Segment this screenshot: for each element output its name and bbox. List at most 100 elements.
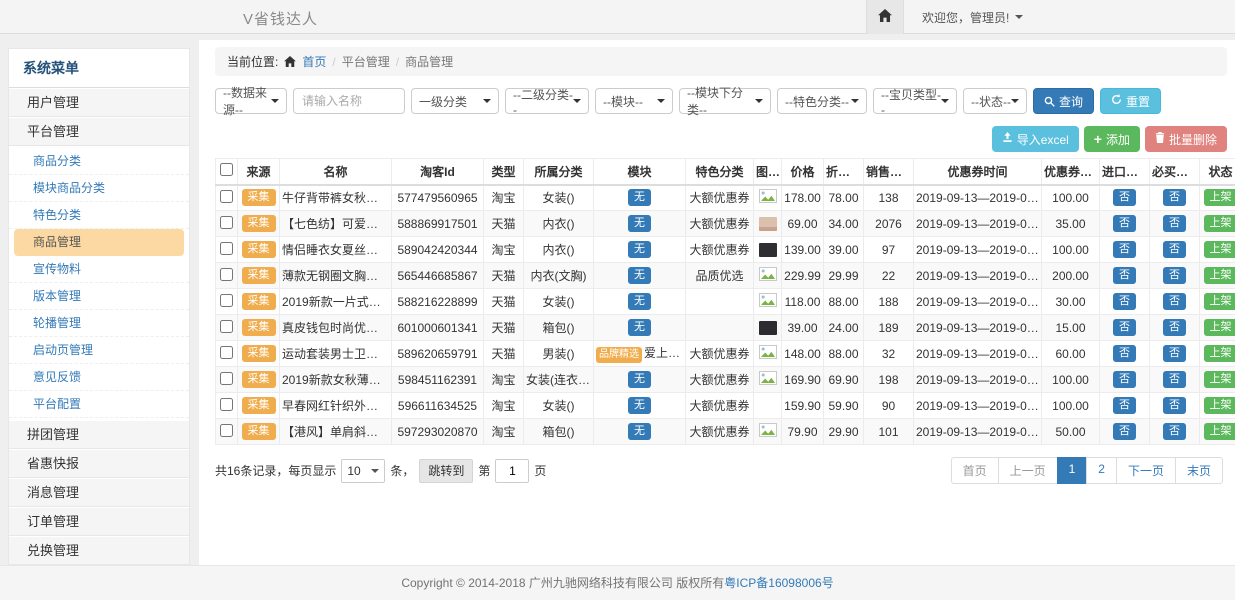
pager-page-1[interactable]: 1 bbox=[1057, 457, 1088, 484]
module-badge[interactable]: 无 bbox=[628, 215, 651, 232]
row-checkbox[interactable] bbox=[220, 320, 233, 333]
name-search-input[interactable] bbox=[293, 88, 405, 114]
reset-button[interactable]: 重置 bbox=[1100, 88, 1161, 114]
module-badge[interactable]: 无 bbox=[628, 319, 651, 336]
sidebar-item-feedback[interactable]: 意见反馈 bbox=[9, 364, 189, 391]
must-buy-toggle[interactable]: 否 bbox=[1163, 423, 1186, 440]
row-checkbox[interactable] bbox=[220, 398, 233, 411]
row-checkbox[interactable] bbox=[220, 242, 233, 255]
module-badge[interactable]: 无 bbox=[628, 293, 651, 310]
row-checkbox[interactable] bbox=[220, 190, 233, 203]
row-checkbox[interactable] bbox=[220, 346, 233, 359]
status-toggle[interactable]: 上架 bbox=[1204, 319, 1235, 336]
status-toggle[interactable]: 上架 bbox=[1204, 215, 1235, 232]
sidebar-item-platform-config[interactable]: 平台配置 bbox=[9, 391, 189, 418]
status-cell: 上架 bbox=[1200, 315, 1235, 341]
sidebar-item-module-product-category[interactable]: 模块商品分类 bbox=[9, 175, 189, 202]
must-buy-toggle[interactable]: 否 bbox=[1163, 215, 1186, 232]
pager-next[interactable]: 下一页 bbox=[1116, 457, 1176, 484]
import-toggle[interactable]: 否 bbox=[1113, 345, 1136, 362]
filter-module-sub-select[interactable]: --模块下分类-- bbox=[679, 88, 771, 114]
add-button[interactable]: + 添加 bbox=[1084, 126, 1140, 152]
module-badge[interactable]: 无 bbox=[628, 189, 651, 206]
must-buy-toggle[interactable]: 否 bbox=[1163, 241, 1186, 258]
row-checkbox[interactable] bbox=[220, 294, 233, 307]
sidebar-item-user-mgmt[interactable]: 用户管理 bbox=[9, 88, 189, 117]
import-toggle[interactable]: 否 bbox=[1113, 293, 1136, 310]
status-toggle[interactable]: 上架 bbox=[1204, 267, 1235, 284]
sidebar-item-savings-news[interactable]: 省惠快报 bbox=[9, 449, 189, 478]
row-checkbox[interactable] bbox=[220, 268, 233, 281]
module-cell: 无 bbox=[594, 393, 686, 419]
import-toggle[interactable]: 否 bbox=[1113, 319, 1136, 336]
home-button[interactable] bbox=[866, 0, 904, 34]
filter-item-type-select[interactable]: --宝贝类型-- bbox=[873, 88, 957, 114]
sidebar-item-product-mgmt[interactable]: 商品管理 bbox=[14, 229, 184, 256]
jump-button[interactable]: 跳转到 bbox=[419, 459, 473, 483]
search-button[interactable]: 查询 bbox=[1033, 88, 1094, 114]
sidebar-item-product-category[interactable]: 商品分类 bbox=[9, 148, 189, 175]
import-toggle[interactable]: 否 bbox=[1113, 267, 1136, 284]
sidebar-item-group-buy-mgmt[interactable]: 拼团管理 bbox=[9, 420, 189, 449]
import-toggle[interactable]: 否 bbox=[1113, 423, 1136, 440]
search-icon bbox=[1044, 96, 1055, 107]
icp-link[interactable]: 粤ICP备16098006号 bbox=[724, 576, 833, 590]
status-toggle[interactable]: 上架 bbox=[1204, 189, 1235, 206]
status-toggle[interactable]: 上架 bbox=[1204, 293, 1235, 310]
module-badge[interactable]: 无 bbox=[628, 423, 651, 440]
filter-status-select[interactable]: --状态-- bbox=[963, 88, 1027, 114]
sidebar-item-promo-materials[interactable]: 宣传物料 bbox=[9, 256, 189, 283]
status-toggle[interactable]: 上架 bbox=[1204, 345, 1235, 362]
source-cell: 采集 bbox=[238, 419, 280, 445]
pager-page-2[interactable]: 2 bbox=[1086, 457, 1117, 484]
filter-feature-select[interactable]: --特色分类-- bbox=[777, 88, 867, 114]
module-badge[interactable]: 品牌精选 bbox=[596, 347, 642, 363]
must-buy-toggle[interactable]: 否 bbox=[1163, 345, 1186, 362]
filter-module-select[interactable]: --模块-- bbox=[595, 88, 673, 114]
user-menu[interactable]: 欢迎您，管理员! bbox=[922, 9, 1023, 26]
status-toggle[interactable]: 上架 bbox=[1204, 423, 1235, 440]
module-badge[interactable]: 无 bbox=[628, 267, 651, 284]
must-buy-toggle[interactable]: 否 bbox=[1163, 267, 1186, 284]
module-badge[interactable]: 无 bbox=[628, 371, 651, 388]
status-toggle[interactable]: 上架 bbox=[1204, 397, 1235, 414]
must-buy-toggle[interactable]: 否 bbox=[1163, 293, 1186, 310]
sidebar-item-order-mgmt[interactable]: 订单管理 bbox=[9, 507, 189, 536]
breadcrumb-home-link[interactable]: 首页 bbox=[302, 53, 326, 70]
filter-category2-select[interactable]: --二级分类-- bbox=[505, 88, 589, 114]
sidebar-item-carousel-mgmt[interactable]: 轮播管理 bbox=[9, 310, 189, 337]
module-badge[interactable]: 无 bbox=[628, 397, 651, 414]
sidebar-item-message-mgmt[interactable]: 消息管理 bbox=[9, 478, 189, 507]
import-toggle[interactable]: 否 bbox=[1113, 241, 1136, 258]
pager-prev[interactable]: 上一页 bbox=[998, 457, 1058, 484]
pager-first[interactable]: 首页 bbox=[951, 457, 999, 484]
status-toggle[interactable]: 上架 bbox=[1204, 241, 1235, 258]
sidebar-item-splash-mgmt[interactable]: 启动页管理 bbox=[9, 337, 189, 364]
must-buy-toggle[interactable]: 否 bbox=[1163, 189, 1186, 206]
must-buy-toggle[interactable]: 否 bbox=[1163, 397, 1186, 414]
sidebar-item-exchange-mgmt[interactable]: 兑换管理 bbox=[9, 536, 189, 565]
module-badge[interactable]: 无 bbox=[628, 241, 651, 258]
sidebar-item-feature-category[interactable]: 特色分类 bbox=[9, 202, 189, 229]
bulk-delete-button[interactable]: 批量删除 bbox=[1145, 126, 1227, 152]
must-buy-toggle[interactable]: 否 bbox=[1163, 371, 1186, 388]
filter-source-select[interactable]: --数据来源-- bbox=[215, 88, 287, 114]
filter-category1-select[interactable]: 一级分类 bbox=[411, 88, 499, 114]
import-excel-button[interactable]: 导入excel bbox=[992, 126, 1079, 152]
jump-page-input[interactable] bbox=[495, 459, 529, 483]
sidebar-item-version-mgmt[interactable]: 版本管理 bbox=[9, 283, 189, 310]
import-toggle[interactable]: 否 bbox=[1113, 397, 1136, 414]
row-checkbox[interactable] bbox=[220, 372, 233, 385]
product-name: 2019新款一片式系... bbox=[280, 289, 392, 315]
row-checkbox[interactable] bbox=[220, 424, 233, 437]
import-toggle[interactable]: 否 bbox=[1113, 371, 1136, 388]
page-size-select[interactable]: 10 bbox=[341, 459, 385, 483]
sidebar-item-platform-mgmt[interactable]: 平台管理 bbox=[9, 117, 189, 146]
status-toggle[interactable]: 上架 bbox=[1204, 371, 1235, 388]
import-toggle[interactable]: 否 bbox=[1113, 189, 1136, 206]
row-checkbox[interactable] bbox=[220, 216, 233, 229]
select-all-checkbox[interactable] bbox=[220, 163, 233, 176]
pager-last[interactable]: 末页 bbox=[1175, 457, 1223, 484]
import-toggle[interactable]: 否 bbox=[1113, 215, 1136, 232]
must-buy-toggle[interactable]: 否 bbox=[1163, 319, 1186, 336]
